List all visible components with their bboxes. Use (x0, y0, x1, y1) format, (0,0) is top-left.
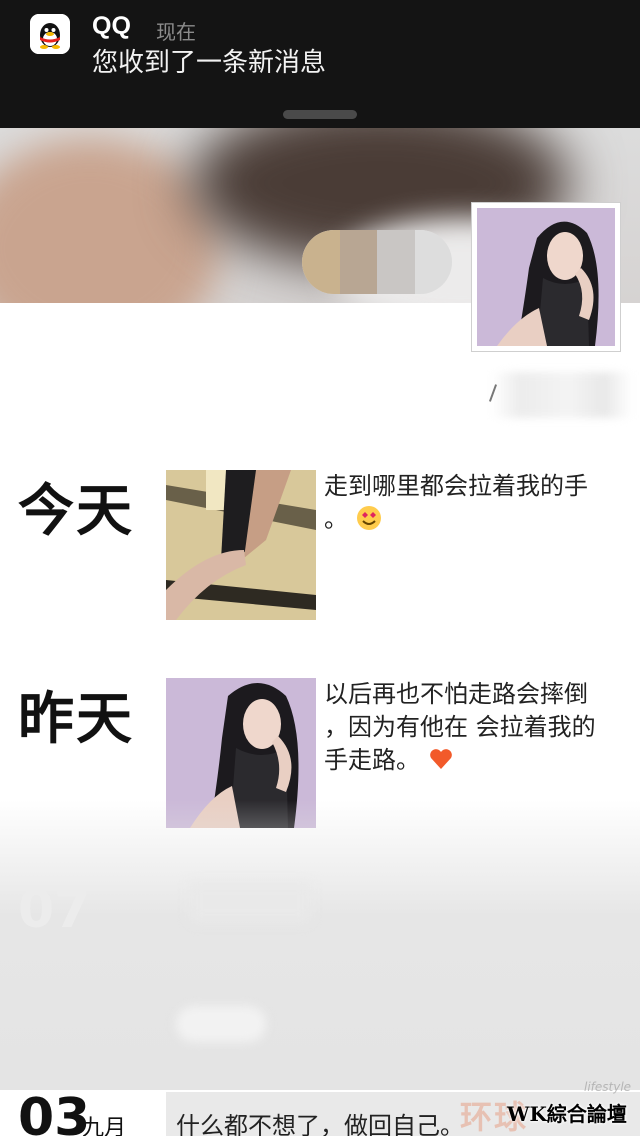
notification-grabber-handle[interactable] (283, 110, 357, 119)
post-text: 什么都不想了，做回自己。 (176, 1112, 464, 1136)
post-text: 走到哪里都会拉着我的手 。 (324, 470, 624, 536)
post-date-number: 03 (18, 1088, 91, 1136)
post-date-month: 九月 (82, 1116, 127, 1136)
post-text-line: ，因为有他在 会拉着我的 (324, 713, 596, 741)
notification-app-name: QQ (92, 12, 131, 40)
notification-message: 您收到了一条新消息 (92, 48, 327, 78)
profile-avatar[interactable] (471, 202, 621, 352)
post-day-label: 今天 (18, 479, 134, 544)
blurred-nickname (492, 372, 632, 418)
post-text: 以后再也不怕走路会摔倒 ，因为有他在 会拉着我的 手走路。 (324, 678, 624, 777)
qzone-profile-screen: 今天 走到哪里都会拉着我的手 。 昨天 以后再也不怕走路会摔倒 ，因为有他在 会… (0, 0, 640, 1136)
post-text-line: 手走路。 (324, 744, 624, 777)
faded-post-placeholder (190, 882, 310, 922)
red-heart-icon (429, 749, 452, 769)
faded-date: 07 (18, 880, 91, 940)
watermark-wk-forum: WK綜合論壇 (507, 1102, 627, 1126)
post-photo[interactable] (166, 470, 316, 620)
faded-post-placeholder (176, 1006, 266, 1042)
faded-feed-area (0, 800, 640, 1090)
post-day-label: 昨天 (18, 687, 134, 752)
smiling-face-with-heart-eyes-icon (356, 506, 381, 530)
post-text-line: 。 (324, 503, 624, 536)
post-text-line: 走到哪里都会拉着我的手 (324, 472, 588, 500)
qq-penguin-icon (30, 14, 70, 54)
notification-time: 现在 (156, 20, 196, 44)
pixelated-name-overlay (302, 230, 452, 294)
notification-banner[interactable]: QQ 现在 您收到了一条新消息 (0, 0, 640, 128)
watermark-lifestyle: lifestyle (584, 1080, 632, 1094)
post-text-line: 以后再也不怕走路会摔倒 (324, 680, 588, 708)
